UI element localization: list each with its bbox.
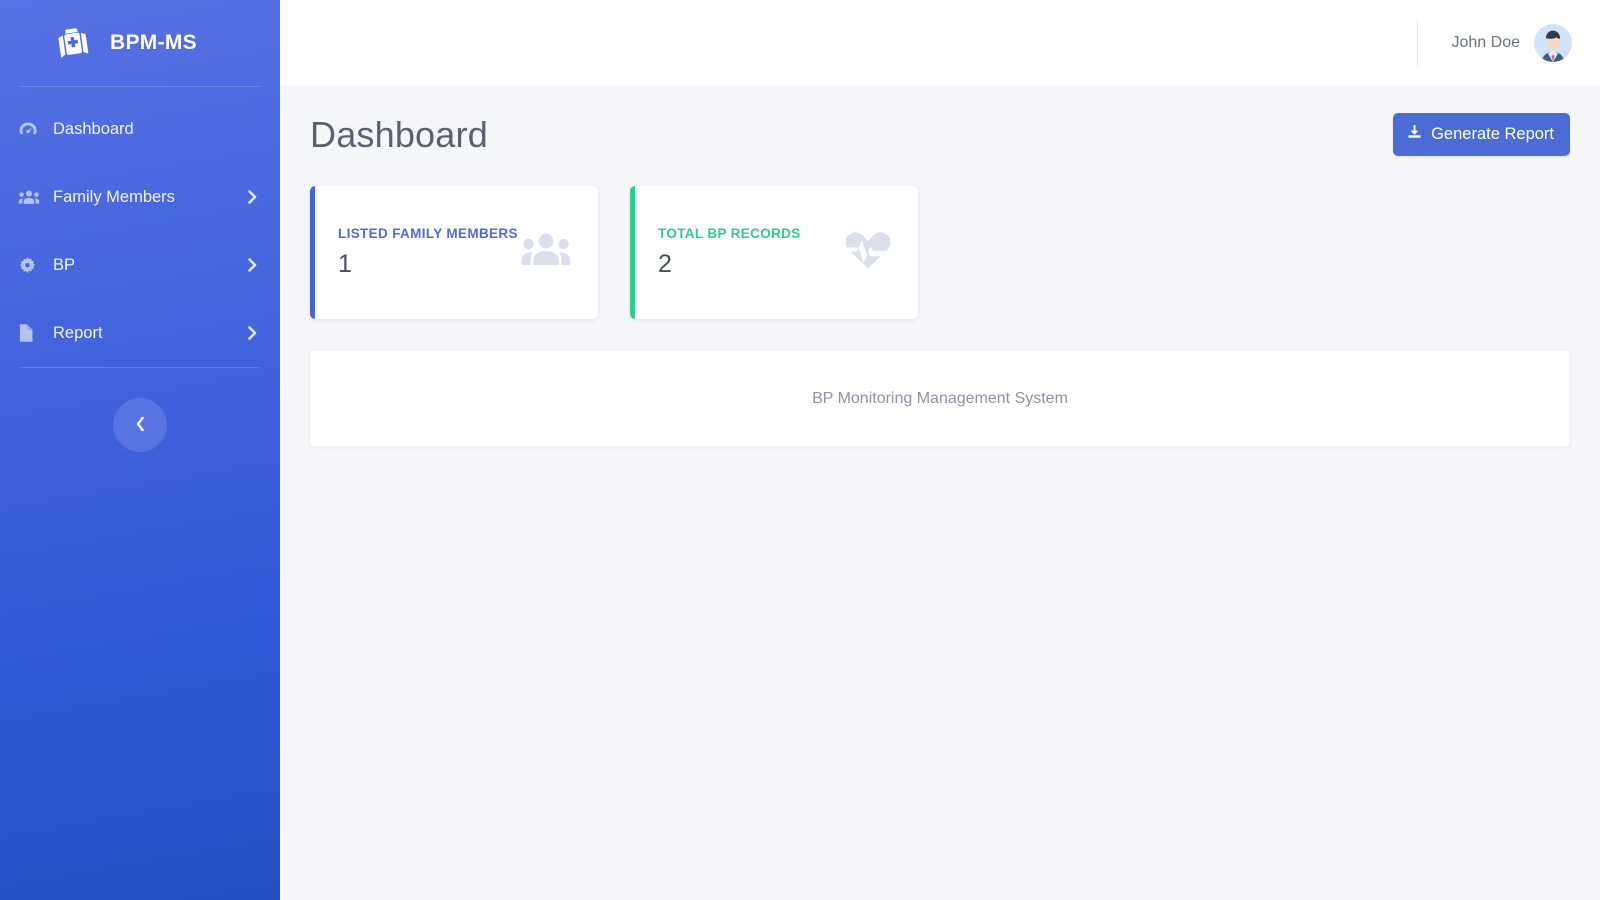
sidebar: BPM-MS Dashboard Family Members BP Repor… xyxy=(0,0,280,900)
page-title: Dashboard xyxy=(310,113,488,155)
main-area: John Doe Dashboard Generate Report LISTE… xyxy=(280,0,1600,900)
sidebar-item-report[interactable]: Report xyxy=(0,299,280,367)
gear-icon xyxy=(18,254,48,276)
generate-report-button[interactable]: Generate Report xyxy=(1393,113,1570,156)
tachometer-icon xyxy=(18,118,48,140)
chevron-right-icon xyxy=(247,325,258,341)
sidebar-item-label: Family Members xyxy=(53,187,175,206)
stat-card-value: 2 xyxy=(658,250,672,278)
chevron-right-icon xyxy=(247,189,258,205)
sidebar-nav: Dashboard Family Members BP Report xyxy=(0,87,280,367)
sidebar-collapse-button[interactable] xyxy=(113,398,167,452)
chevron-left-icon xyxy=(134,415,147,436)
stat-cards: LISTED FAMILY MEMBERS 1 TOTAL BP RECORDS… xyxy=(310,186,1570,319)
sidebar-item-family-members[interactable]: Family Members xyxy=(0,163,280,231)
sidebar-item-label: Dashboard xyxy=(53,119,134,138)
sidebar-item-label: Report xyxy=(53,323,103,342)
stat-card-body: LISTED FAMILY MEMBERS 1 xyxy=(338,226,520,279)
sidebar-collapse-area xyxy=(0,398,280,452)
generate-report-label: Generate Report xyxy=(1431,124,1554,143)
sidebar-item-bp[interactable]: BP xyxy=(0,231,280,299)
topbar-divider xyxy=(1416,19,1418,66)
stat-card-label: LISTED FAMILY MEMBERS xyxy=(338,226,518,241)
users-group-icon xyxy=(520,229,572,276)
stat-card-family-members[interactable]: LISTED FAMILY MEMBERS 1 xyxy=(310,186,598,319)
users-group-icon xyxy=(18,186,48,208)
sidebar-item-dashboard[interactable]: Dashboard xyxy=(0,95,280,163)
sidebar-divider-bottom xyxy=(20,367,260,368)
download-icon xyxy=(1407,124,1422,144)
stat-card-bp-records[interactable]: TOTAL BP RECORDS 2 xyxy=(630,186,918,319)
brand[interactable]: BPM-MS xyxy=(0,0,280,86)
sidebar-item-label: BP xyxy=(53,255,76,274)
stat-card-body: TOTAL BP RECORDS 2 xyxy=(658,226,844,279)
app-root: BPM-MS Dashboard Family Members BP Repor… xyxy=(0,0,1600,900)
heart-pulse-icon xyxy=(844,228,892,277)
info-panel-text: BP Monitoring Management System xyxy=(812,389,1068,407)
file-icon xyxy=(18,322,48,344)
topbar: John Doe xyxy=(280,0,1600,85)
stat-card-value: 1 xyxy=(338,250,352,278)
chevron-right-icon xyxy=(247,257,258,273)
avatar[interactable] xyxy=(1534,23,1572,62)
info-panel: BP Monitoring Management System xyxy=(310,351,1570,446)
medical-kit-icon xyxy=(47,17,99,69)
brand-title: BPM-MS xyxy=(110,31,197,54)
user-name: John Doe xyxy=(1451,33,1521,51)
page-header: Dashboard Generate Report xyxy=(310,85,1570,162)
content: Dashboard Generate Report LISTED FAMILY … xyxy=(280,85,1600,900)
stat-card-label: TOTAL BP RECORDS xyxy=(658,226,801,241)
